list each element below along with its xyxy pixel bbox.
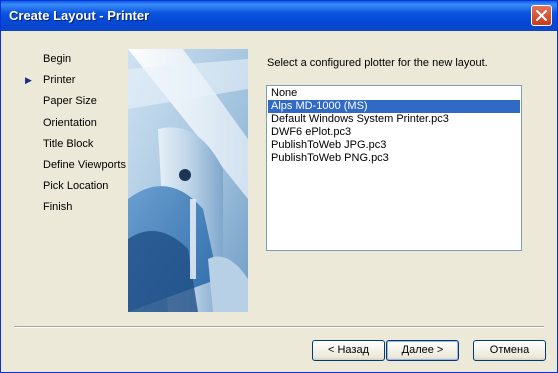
step-title-block: Title Block	[43, 137, 94, 150]
wizard-illustration	[128, 49, 248, 312]
current-step-arrow-icon: ▶	[25, 75, 32, 86]
step-paper-size: Paper Size	[43, 95, 97, 108]
close-button[interactable]	[531, 5, 552, 26]
cancel-button[interactable]: Отмена	[473, 340, 546, 361]
plotter-item-publishtoweb-png[interactable]: PublishToWeb PNG.pc3	[268, 152, 520, 165]
back-button[interactable]: < Назад	[312, 340, 385, 361]
next-button[interactable]: Далее >	[386, 340, 459, 361]
plotter-item-none[interactable]: None	[268, 87, 520, 100]
plotter-item-default-windows-printer[interactable]: Default Windows System Printer.pc3	[268, 113, 520, 126]
step-begin: Begin	[43, 53, 72, 65]
plotter-list[interactable]: None Alps MD-1000 (MS) Default Windows S…	[266, 85, 522, 251]
step-pick-location: Pick Location	[43, 180, 109, 193]
step-define-viewports: Define Viewports	[43, 158, 126, 171]
plotter-item-dwf6-eplot[interactable]: DWF6 ePlot.pc3	[268, 126, 520, 139]
plotter-item-alps-md-1000[interactable]: Alps MD-1000 (MS)	[268, 100, 520, 113]
wizard-steps: Begin ▶ Printer Paper Size Orientation T…	[1, 49, 127, 219]
close-icon	[536, 10, 547, 21]
title-bar[interactable]: Create Layout - Printer	[1, 1, 557, 31]
button-divider	[14, 326, 544, 328]
step-orientation: Orientation	[43, 116, 97, 129]
create-layout-dialog: Create Layout - Printer Begin ▶ Printer …	[0, 0, 558, 373]
plotter-item-publishtoweb-jpg[interactable]: PublishToWeb JPG.pc3	[268, 139, 520, 152]
plotter-prompt: Select a configured plotter for the new …	[267, 57, 488, 69]
window-title: Create Layout - Printer	[9, 8, 150, 23]
step-finish: Finish	[43, 201, 73, 214]
step-printer: ▶ Printer	[1, 70, 127, 91]
